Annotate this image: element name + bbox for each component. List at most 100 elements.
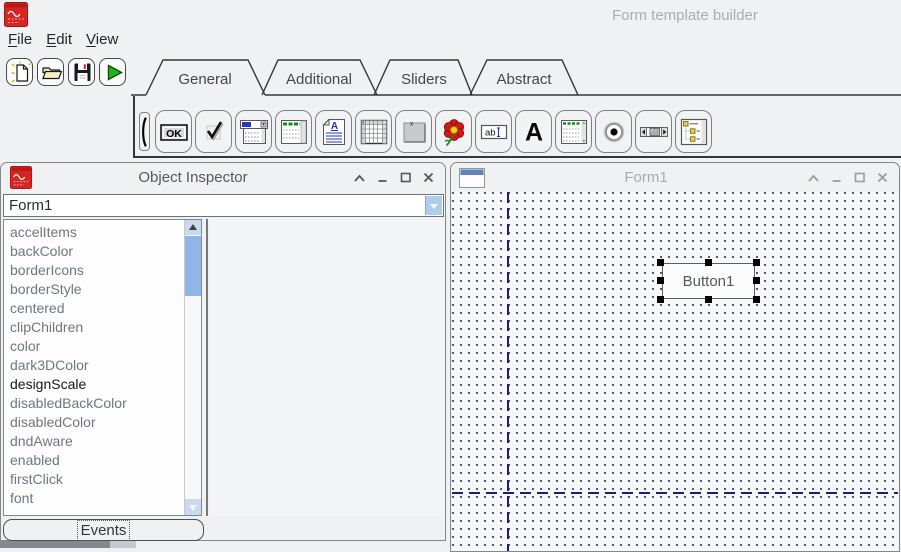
property-value-panel[interactable] (210, 219, 444, 516)
menu-view[interactable]: View (86, 31, 118, 48)
property-row[interactable]: firstClick (4, 470, 201, 489)
selection-handle-n[interactable] (705, 259, 712, 266)
palette-item-listview[interactable] (275, 110, 312, 153)
window-title: Form template builder (612, 7, 758, 24)
minimize-button[interactable] (830, 172, 843, 183)
combobox-icon (238, 116, 270, 148)
treeview-icon (678, 116, 710, 148)
combo-dropdown-button[interactable] (425, 196, 442, 215)
palette-item-image[interactable] (435, 110, 472, 153)
grid-icon (358, 116, 390, 148)
palette-item-richtext[interactable]: A (315, 110, 352, 153)
menu-edit[interactable]: Edit (46, 31, 72, 48)
close-button[interactable] (876, 172, 889, 183)
property-row[interactable]: font (4, 489, 201, 508)
palette-item-edit[interactable]: ab (475, 110, 512, 153)
property-row[interactable]: borderStyle (4, 280, 201, 299)
object-inspector-title: Object Inspector (33, 169, 353, 186)
shade-button[interactable] (807, 172, 820, 183)
run-button[interactable] (99, 58, 126, 86)
new-file-button[interactable] (6, 58, 33, 86)
property-row[interactable]: color (4, 337, 201, 356)
palette-item-combobox[interactable] (235, 110, 272, 153)
palette-tabs: General Additional Sliders Abstract (131, 57, 901, 97)
save-button[interactable] (68, 58, 95, 86)
property-row[interactable]: backColor (4, 242, 201, 261)
bottom-scrollbar-track[interactable] (0, 541, 110, 548)
palette-scroll-icon (140, 113, 149, 151)
maximize-button[interactable] (399, 172, 412, 183)
property-row[interactable]: disabledBackColor (4, 394, 201, 413)
selection-handle-ne[interactable] (753, 259, 760, 266)
radiobutton-icon (598, 116, 630, 148)
inspector-splitter[interactable] (206, 219, 208, 516)
designed-button[interactable]: Button1 (662, 263, 755, 299)
selection-handle-nw[interactable] (657, 259, 664, 266)
open-file-button[interactable] (37, 58, 64, 86)
button-icon: OK (158, 116, 190, 148)
selection-handle-s[interactable] (705, 296, 712, 303)
tab-abstract-label[interactable]: Abstract (496, 71, 552, 88)
selection-handle-se[interactable] (753, 296, 760, 303)
property-row[interactable]: borderIcons (4, 261, 201, 280)
palette-item-grid[interactable] (355, 110, 392, 153)
property-row[interactable]: centered (4, 299, 201, 318)
scroll-up-button[interactable] (185, 220, 201, 235)
tab-general-label[interactable]: General (178, 71, 231, 88)
bottom-scrollbar-thumb[interactable] (110, 541, 136, 548)
tab-sliders-label[interactable]: Sliders (401, 71, 447, 88)
image-icon (438, 116, 470, 148)
maximize-button[interactable] (853, 172, 866, 183)
palette-item-treeview[interactable] (675, 110, 712, 153)
property-list[interactable]: accelItems backColor borderIcons borderS… (3, 219, 202, 516)
checklistbox-icon (558, 116, 590, 148)
palette-item-panel[interactable]: x (395, 110, 432, 153)
svg-text:A: A (330, 121, 337, 132)
selection-handle-w[interactable] (657, 277, 664, 284)
property-row[interactable]: disabledColor (4, 413, 201, 432)
form-design-canvas[interactable]: Button1 (452, 192, 898, 551)
palette-item-radiobutton[interactable] (595, 110, 632, 153)
menu-file[interactable]: File (8, 31, 32, 48)
triangle-down-icon (189, 505, 197, 515)
horizontal-guide-line (452, 492, 898, 494)
palette-item-hscrollbar[interactable] (635, 110, 672, 153)
property-list-scrollbar[interactable] (184, 220, 201, 515)
palette-item-button[interactable]: OK (155, 110, 192, 153)
svg-text:OK: OK (166, 127, 182, 139)
tab-additional-label[interactable]: Additional (286, 71, 352, 88)
minimize-button[interactable] (376, 172, 389, 183)
property-row[interactable]: dndAware (4, 432, 201, 451)
palette-item-checkbox[interactable] (195, 110, 232, 153)
palette-item-checklistbox[interactable] (555, 110, 592, 153)
property-row[interactable]: dark3DColor (4, 356, 201, 375)
palette-item-label[interactable]: A (515, 110, 552, 153)
panel-icon: x (398, 116, 430, 148)
app-logo-icon (9, 166, 33, 189)
selection-handle-sw[interactable] (657, 296, 664, 303)
object-inspector-titlebar[interactable]: Object Inspector (1, 163, 445, 192)
property-row[interactable]: clipChildren (4, 318, 201, 337)
toolbar (6, 58, 126, 86)
form-designer-window: Form1 Button1 (450, 162, 900, 552)
property-row[interactable]: enabled (4, 451, 201, 470)
hscrollbar-icon (638, 116, 670, 148)
object-selector-combobox[interactable]: Form1 (3, 194, 444, 217)
scroll-down-button[interactable] (185, 499, 201, 515)
scrollbar-thumb[interactable] (185, 236, 201, 296)
selection-handle-e[interactable] (753, 277, 760, 284)
property-row[interactable]: accelItems (4, 223, 201, 242)
shade-button[interactable] (353, 172, 366, 183)
chevron-down-icon (430, 204, 438, 213)
richtext-icon: A (318, 116, 350, 148)
close-button[interactable] (422, 172, 435, 183)
object-inspector-window: Object Inspector Form1 accelItems backCo… (0, 162, 446, 541)
designed-button-label: Button1 (683, 273, 735, 290)
events-button[interactable]: Events (3, 519, 204, 541)
edit-icon: ab (478, 116, 510, 148)
checkbox-icon (198, 116, 230, 148)
palette-scroll-button[interactable] (139, 112, 150, 151)
property-row-selected[interactable]: designScale (4, 375, 201, 394)
form-titlebar[interactable]: Form1 (451, 163, 899, 192)
palette-frame-bottom (133, 156, 901, 158)
